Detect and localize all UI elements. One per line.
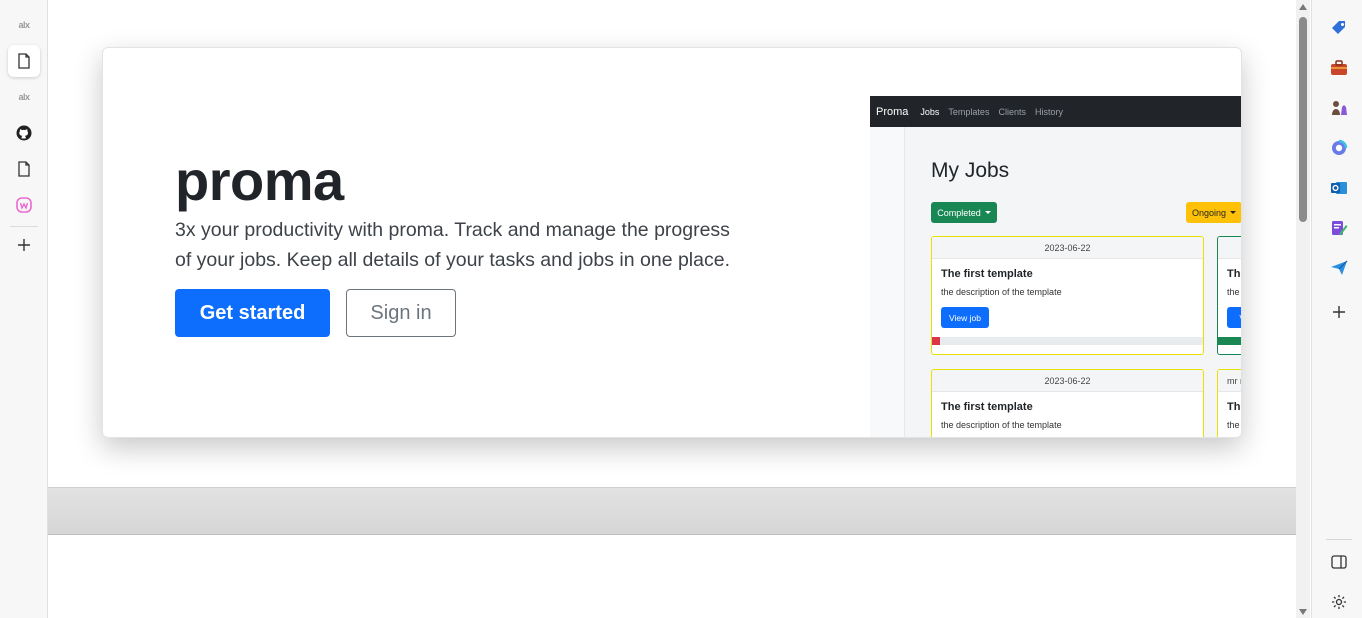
alx-logo-icon: alx	[18, 20, 30, 30]
page-icon	[18, 161, 30, 177]
preview-card-date: 2023-06-22	[932, 237, 1203, 259]
page-content: proma 3x your productivity with proma. T…	[48, 0, 1296, 618]
chess-icon	[1332, 101, 1347, 115]
vertical-tab-strip: alx alx	[0, 0, 48, 618]
send-button[interactable]	[1329, 258, 1349, 278]
preview-card-date	[1218, 237, 1241, 259]
alx-logo-icon: alx	[18, 92, 30, 102]
preview-card-date: mr r	[1218, 370, 1241, 392]
games-button[interactable]	[1329, 98, 1349, 118]
preview-sidebar	[870, 127, 905, 437]
scroll-up-arrow-icon[interactable]	[1299, 4, 1307, 10]
preview-card-date: 2023-06-22	[932, 370, 1203, 392]
preview-nav-history: History	[1034, 106, 1063, 117]
preview-card-description: the	[1227, 287, 1240, 297]
preview-brand: Proma	[876, 105, 909, 118]
settings-button[interactable]	[1329, 592, 1349, 612]
toolbox-button[interactable]	[1329, 58, 1349, 78]
preview-navbar: Proma Jobs Templates Clients History	[870, 96, 1241, 127]
preview-completed-dropdown: Completed	[931, 202, 997, 223]
preview-job-card: The the V	[1217, 236, 1241, 355]
tab-alx[interactable]: alx	[8, 9, 40, 41]
designer-button[interactable]	[1329, 218, 1349, 238]
hide-sidebar-button[interactable]	[1329, 552, 1349, 572]
app-preview-image: Proma Jobs Templates Clients History My …	[870, 96, 1241, 437]
preview-card-title: The first template	[941, 401, 1033, 413]
preview-card-title: The	[1227, 401, 1241, 413]
sign-in-button[interactable]: Sign in	[346, 289, 456, 337]
page-icon	[18, 53, 30, 69]
preview-card-description: the	[1227, 420, 1240, 430]
preview-ongoing-dropdown: Ongoing	[1186, 202, 1241, 223]
section-divider-band	[48, 487, 1296, 535]
new-tab-button[interactable]	[8, 229, 40, 261]
outlook-button[interactable]	[1329, 178, 1349, 198]
right-sidebar-divider	[1326, 539, 1352, 540]
caret-down-icon	[1230, 211, 1237, 214]
preview-view-job-button: View job	[941, 307, 989, 328]
caret-down-icon	[984, 211, 991, 214]
hero-title: proma	[175, 149, 344, 212]
settings-icon	[1332, 595, 1346, 609]
preview-card-description: the description of the template	[941, 420, 1062, 430]
tag-button[interactable]	[1329, 18, 1349, 38]
tab-strip-divider	[10, 226, 38, 227]
scroll-down-arrow-icon[interactable]	[1299, 609, 1307, 615]
tab-alx-2[interactable]: alx	[8, 81, 40, 113]
sidebar-toggle-icon	[1331, 555, 1347, 569]
preview-progress-fill	[1218, 337, 1241, 345]
preview-ongoing-label: Ongoing	[1191, 207, 1227, 218]
designer-icon	[1332, 221, 1348, 236]
page-scrollbar[interactable]	[1296, 0, 1310, 618]
tag-icon	[1332, 21, 1345, 34]
add-sidebar-app-button[interactable]	[1329, 302, 1349, 322]
tab-active-page[interactable]	[8, 45, 40, 77]
copilot-button[interactable]	[1329, 138, 1349, 158]
w-app-icon	[16, 197, 32, 213]
preview-nav-templates: Templates	[948, 106, 990, 117]
hero-card: proma 3x your productivity with proma. T…	[102, 47, 1242, 438]
hero-description: 3x your productivity with proma. Track a…	[175, 219, 730, 271]
preview-progress-fill	[932, 337, 941, 345]
copilot-icon	[1332, 139, 1348, 155]
preview-card-description: the description of the template	[941, 287, 1062, 297]
tab-github[interactable]	[8, 117, 40, 149]
preview-job-card: mr r The the	[1217, 369, 1241, 437]
preview-nav-clients: Clients	[998, 106, 1026, 117]
preview-view-job-button: V	[1227, 307, 1241, 328]
preview-job-card: 2023-06-22 The first template the descri…	[931, 236, 1204, 355]
preview-nav-jobs: Jobs	[920, 106, 940, 117]
tab-w-app[interactable]	[8, 189, 40, 221]
right-sidebar	[1311, 0, 1362, 618]
tab-page[interactable]	[8, 153, 40, 185]
preview-card-title: The first template	[941, 268, 1033, 280]
preview-completed-label: Completed	[937, 207, 981, 218]
plus-icon	[1333, 306, 1345, 318]
preview-heading: My Jobs	[931, 159, 1010, 182]
send-icon	[1331, 260, 1348, 275]
preview-progress-bar	[932, 337, 1203, 345]
outlook-icon	[1331, 182, 1347, 194]
get-started-button[interactable]: Get started	[175, 289, 330, 337]
preview-job-card: 2023-06-22 The first template the descri…	[931, 369, 1204, 437]
preview-progress-bar	[1218, 337, 1241, 345]
toolbox-icon	[1331, 60, 1347, 75]
github-icon	[16, 125, 32, 141]
plus-icon	[18, 239, 30, 251]
scroll-thumb[interactable]	[1299, 17, 1307, 222]
preview-card-title: The	[1227, 268, 1241, 280]
